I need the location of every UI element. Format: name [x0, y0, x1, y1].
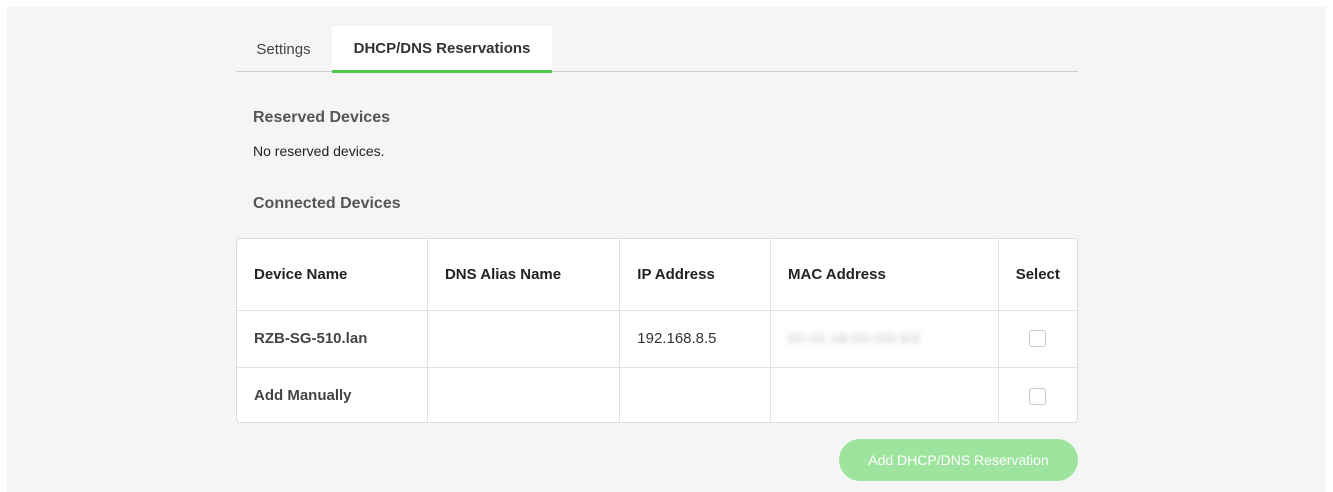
dns-alias-cell[interactable] — [427, 367, 621, 422]
connected-devices-heading: Connected Devices — [253, 195, 401, 212]
reserved-devices-empty-text: No reserved devices. — [253, 143, 385, 159]
add-reservation-button[interactable]: Add DHCP/DNS Reservation — [839, 439, 1078, 481]
table-header-row: Device Name DNS Alias Name IP Address MA… — [237, 239, 1077, 311]
select-checkbox[interactable] — [1029, 330, 1047, 348]
connected-devices-table: Device Name DNS Alias Name IP Address MA… — [236, 238, 1078, 423]
ip-address-cell: 192.168.8.5 — [619, 310, 772, 368]
mac-address-cell: 00:05:1B:D0:DD:ED — [770, 310, 999, 368]
table-row: RZB-SG-510.lan 192.168.8.5 00:05:1B:D0:D… — [237, 310, 1077, 368]
mac-address-value: 00:05:1B:D0:DD:ED — [788, 331, 922, 346]
tab-settings[interactable]: Settings — [236, 26, 331, 72]
reserved-devices-heading: Reserved Devices — [253, 109, 390, 126]
table-row: Add Manually — [237, 367, 1077, 422]
column-header-dns-alias: DNS Alias Name — [427, 239, 621, 311]
select-cell — [998, 367, 1077, 422]
device-name-cell: RZB-SG-510.lan — [237, 310, 428, 368]
column-header-select: Select — [998, 239, 1077, 311]
add-manually-cell[interactable]: Add Manually — [237, 367, 428, 422]
mac-address-cell[interactable] — [770, 367, 999, 422]
ip-address-cell[interactable] — [619, 367, 772, 422]
dns-alias-cell[interactable] — [427, 310, 621, 368]
column-header-mac-address: MAC Address — [770, 239, 999, 311]
select-cell — [998, 310, 1077, 368]
tab-bar: Settings DHCP/DNS Reservations — [236, 26, 1078, 73]
select-checkbox[interactable] — [1029, 387, 1047, 405]
column-header-device-name: Device Name — [237, 239, 428, 311]
tab-dhcp-dns-reservations[interactable]: DHCP/DNS Reservations — [332, 26, 552, 73]
column-header-ip-address: IP Address — [619, 239, 772, 311]
